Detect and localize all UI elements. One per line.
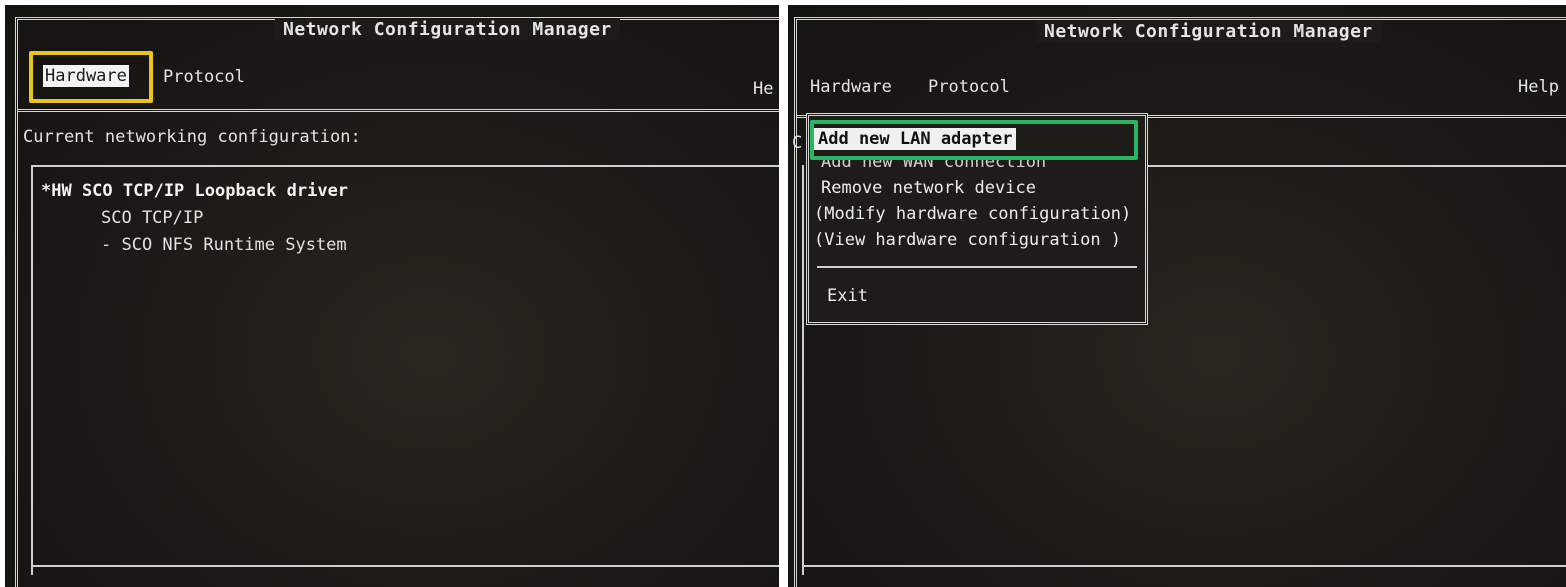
config-box-top xyxy=(1138,165,1566,167)
config-heading: Current networking configuration: xyxy=(23,127,361,147)
window-title: Network Configuration Manager xyxy=(1036,21,1381,42)
config-item-tcpip[interactable]: SCO TCP/IP xyxy=(101,208,203,228)
dropdown-separator xyxy=(817,266,1137,268)
menu-hardware[interactable]: Hardware xyxy=(810,77,892,97)
menu-help[interactable]: Help xyxy=(1518,77,1559,97)
menu-option-exit[interactable]: Exit xyxy=(827,286,868,306)
hardware-highlight-box xyxy=(29,51,153,103)
menu-option-modify-config[interactable]: (Modify hardware configuration) xyxy=(814,204,1131,224)
left-screenshot-panel: Network Configuration Manager Hardware P… xyxy=(5,5,779,587)
menu-protocol[interactable]: Protocol xyxy=(163,67,245,87)
config-box-top xyxy=(31,165,779,167)
menu-protocol[interactable]: Protocol xyxy=(928,77,1010,97)
config-box-bottom xyxy=(802,565,1566,567)
config-item-nfs[interactable]: - SCO NFS Runtime System xyxy=(101,235,347,255)
hidden-heading-fragment: C xyxy=(792,133,803,153)
menu-separator xyxy=(17,109,779,112)
config-box-left xyxy=(802,165,804,575)
right-screenshot-panel: Network Configuration Manager Hardware P… xyxy=(788,5,1566,587)
window-title: Network Configuration Manager xyxy=(275,19,620,40)
menu-help[interactable]: He xyxy=(753,79,773,99)
add-lan-highlight-box xyxy=(810,120,1138,160)
menu-option-view-config[interactable]: (View hardware configuration ) xyxy=(814,230,1121,250)
config-box-bottom xyxy=(31,565,779,567)
config-item-loopback[interactable]: *HW SCO TCP/IP Loopback driver xyxy=(41,181,348,201)
menu-option-remove-device[interactable]: Remove network device xyxy=(821,178,1036,198)
config-box-left xyxy=(31,165,33,575)
